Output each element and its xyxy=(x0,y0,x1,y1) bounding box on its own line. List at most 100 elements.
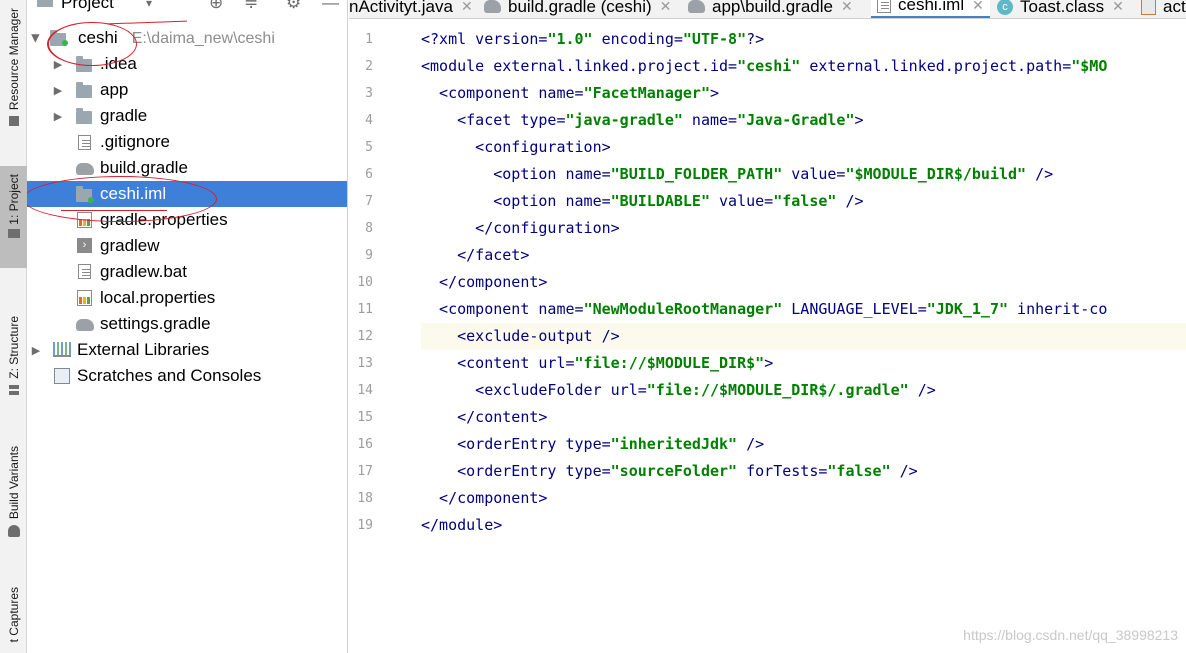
tab-label: ceshi.iml xyxy=(898,0,965,14)
editor-area: nActivityt.java ✕ build.gradle (ceshi) ✕… xyxy=(349,0,1186,653)
code-line: </content> xyxy=(421,408,548,426)
annotation-underline-iml xyxy=(61,210,167,211)
line-number: 15 xyxy=(357,410,373,425)
xml-file-icon xyxy=(1141,0,1156,15)
close-icon[interactable]: ✕ xyxy=(1112,0,1124,15)
annotation-circle-iml xyxy=(27,176,217,222)
build-variants-label: Build Variants xyxy=(6,446,21,520)
collapsed-arrow-icon[interactable]: ▶ xyxy=(52,110,64,123)
tab-activity-xml[interactable]: act xyxy=(1141,0,1186,18)
code-line: <content url="file://$MODULE_DIR$"> xyxy=(421,354,774,372)
line-number: 3 xyxy=(365,86,373,101)
minimize-icon[interactable]: — xyxy=(322,0,339,11)
project-tool-label: 1: Project xyxy=(6,174,21,225)
tab-label: build.gradle (ceshi) xyxy=(508,0,652,16)
collapsed-arrow-icon[interactable]: ▶ xyxy=(52,84,64,97)
line-number: 10 xyxy=(357,275,373,290)
collapsed-arrow-icon[interactable]: ▶ xyxy=(30,344,42,357)
tab-build-gradle-ceshi[interactable]: build.gradle (ceshi) ✕ xyxy=(484,0,672,18)
gradle-icon xyxy=(76,319,94,331)
line-number: 19 xyxy=(357,518,373,533)
folder-icon xyxy=(76,107,92,124)
line-number: 13 xyxy=(357,356,373,371)
tree-item-label: gradlew.bat xyxy=(100,262,187,281)
gradle-icon xyxy=(76,163,94,175)
tab-toast-class[interactable]: c Toast.class ✕ xyxy=(997,0,1124,18)
line-number-gutter: 1 2 3 4 5 6 7 8 9 10 11 12 13 14 15 16 17 18 19 xyxy=(349,26,421,653)
locate-icon[interactable]: ⊕ xyxy=(209,0,223,11)
left-tool-stripe: Resource Manager 1: Project Z: Structure… xyxy=(0,0,27,653)
tree-item-label: gradlew xyxy=(100,236,160,255)
expand-arrow-icon[interactable]: ▶ xyxy=(30,32,43,44)
code-line: <?xml version="1.0" encoding="UTF-8"?> xyxy=(421,30,765,48)
project-view-icon xyxy=(37,0,53,7)
tree-item-app[interactable]: ▶ app xyxy=(27,77,347,103)
build-variants-tab[interactable]: Build Variants xyxy=(0,446,27,541)
captures-label: t Captures xyxy=(6,587,21,643)
code-line: </configuration> xyxy=(421,219,620,237)
ignore-file-icon xyxy=(78,134,91,150)
annotation-underline-root xyxy=(107,20,187,25)
code-line: <exclude-output /> xyxy=(421,327,620,345)
tree-item-label: .gitignore xyxy=(100,132,170,151)
close-icon[interactable]: ✕ xyxy=(461,0,473,15)
properties-file-icon xyxy=(77,290,92,306)
code-line: <configuration> xyxy=(421,138,611,156)
line-number: 11 xyxy=(357,302,373,317)
code-line: <facet type="java-gradle" name="Java-Gra… xyxy=(421,111,864,129)
tab-app-build-gradle[interactable]: app\build.gradle ✕ xyxy=(688,0,853,18)
line-number: 14 xyxy=(357,383,373,398)
resource-manager-tab[interactable]: Resource Manager xyxy=(0,8,27,130)
captures-tab[interactable]: t Captures xyxy=(0,587,27,642)
tab-ceshi-iml[interactable]: ceshi.iml ✕ xyxy=(871,0,990,18)
code-line: </component> xyxy=(421,273,548,291)
gradle-icon xyxy=(688,0,705,13)
line-number: 12 xyxy=(357,329,373,344)
annotation-circle-root xyxy=(47,22,137,66)
close-icon[interactable]: ✕ xyxy=(841,0,853,15)
terminal-file-icon: › xyxy=(77,238,92,253)
tab-main-activity[interactable]: nActivityt.java ✕ xyxy=(349,0,473,18)
tree-item-scratches[interactable]: Scratches and Consoles xyxy=(27,363,347,389)
line-number: 18 xyxy=(357,491,373,506)
gradle-icon xyxy=(484,0,501,13)
tree-item-settings-gradle[interactable]: settings.gradle xyxy=(27,311,347,337)
resource-manager-icon xyxy=(8,116,19,127)
close-icon[interactable]: ✕ xyxy=(660,0,672,15)
code-area[interactable]: <?xml version="1.0" encoding="UTF-8"?> <m… xyxy=(421,26,1186,653)
project-panel-title[interactable]: Project xyxy=(61,0,114,13)
code-line: </module> xyxy=(421,516,503,534)
structure-tool-label: Z: Structure xyxy=(6,316,21,379)
view-dropdown-icon[interactable]: ▾ xyxy=(146,0,152,10)
project-tool-tab[interactable]: 1: Project xyxy=(0,166,27,268)
line-number: 1 xyxy=(365,32,373,47)
class-icon: c xyxy=(997,0,1013,15)
project-panel: Project ▾ ⊕ ≑ ⚙ — ▶ ceshi E:\daima_new\ce… xyxy=(27,0,348,653)
tree-item-gitignore[interactable]: .gitignore xyxy=(27,129,347,155)
collapse-all-icon[interactable]: ≑ xyxy=(244,0,258,11)
gear-icon[interactable]: ⚙ xyxy=(286,0,301,11)
libraries-icon xyxy=(53,342,71,357)
line-number: 7 xyxy=(365,194,373,209)
code-line: <orderEntry type="sourceFolder" forTests… xyxy=(421,462,918,480)
tree-item-gradlew[interactable]: › gradlew xyxy=(27,233,347,259)
code-line: <component name="FacetManager"> xyxy=(421,84,720,102)
tree-item-build-gradle[interactable]: build.gradle xyxy=(27,155,347,181)
folder-icon xyxy=(76,81,92,98)
structure-tool-tab[interactable]: Z: Structure xyxy=(0,316,27,399)
line-number: 8 xyxy=(365,221,373,236)
code-line: <component name="NewModuleRootManager" L… xyxy=(421,300,1108,318)
tree-item-gradle[interactable]: ▶ gradle xyxy=(27,103,347,129)
code-line: </facet> xyxy=(421,246,530,264)
tab-label: app\build.gradle xyxy=(712,0,833,16)
scratches-icon xyxy=(54,368,70,384)
close-icon[interactable]: ✕ xyxy=(972,0,984,14)
code-line: <orderEntry type="inheritedJdk" /> xyxy=(421,435,765,453)
tree-item-gradlew-bat[interactable]: gradlew.bat xyxy=(27,259,347,285)
android-icon xyxy=(7,525,20,538)
tree-item-label: settings.gradle xyxy=(100,314,211,333)
tree-item-external-libraries[interactable]: ▶ External Libraries xyxy=(27,337,347,363)
tree-item-local-properties[interactable]: local.properties xyxy=(27,285,347,311)
tree-item-label: build.gradle xyxy=(100,158,188,177)
code-line: </component> xyxy=(421,489,548,507)
